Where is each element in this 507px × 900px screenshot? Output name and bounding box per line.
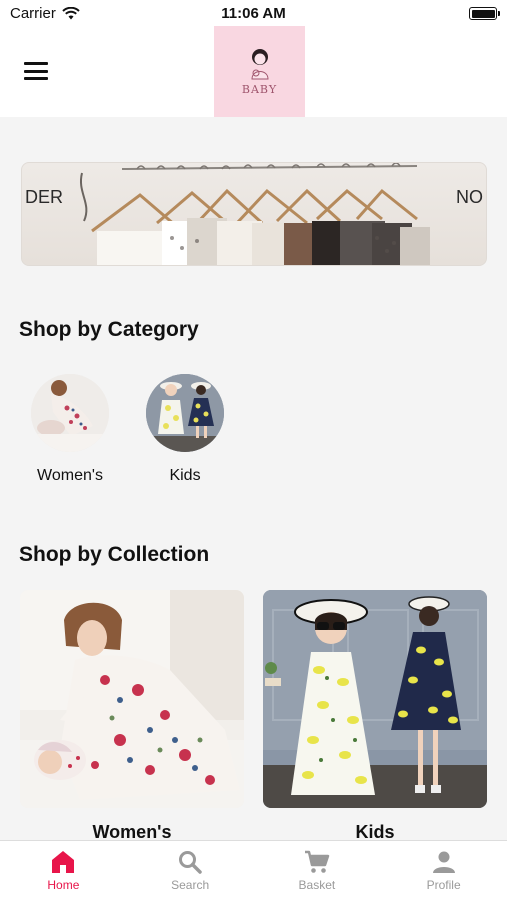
status-time: 11:06 AM — [221, 5, 286, 22]
profile-icon — [432, 851, 455, 873]
category-label-womens: Women's — [37, 467, 103, 484]
brand-logo: BABY — [214, 26, 305, 117]
collection-image-womens — [20, 590, 244, 808]
tab-basket-label: Basket — [298, 878, 336, 892]
category-item-womens[interactable]: Women's — [20, 374, 120, 485]
bottom-tab-bar: Home Search Basket Profile — [0, 840, 507, 900]
collection-section-title: Shop by Collection — [19, 543, 210, 566]
menu-button[interactable] — [24, 62, 48, 80]
tab-profile[interactable]: Profile — [380, 841, 507, 900]
collection-card-kids[interactable] — [263, 590, 487, 808]
category-image-kids — [146, 374, 224, 452]
search-icon — [179, 851, 202, 874]
hamburger-icon — [24, 62, 48, 65]
collection-card-womens[interactable] — [20, 590, 244, 808]
tab-home-label: Home — [47, 878, 80, 892]
banner-text-right: NO — [456, 187, 483, 207]
tab-search-label: Search — [171, 878, 210, 892]
logo-text: BABY — [241, 83, 278, 96]
home-icon — [52, 851, 75, 873]
banner-text-left: DER — [25, 187, 64, 207]
tab-home[interactable]: Home — [0, 841, 127, 900]
tab-profile-label: Profile — [426, 878, 461, 892]
cart-icon — [304, 850, 330, 873]
category-image-womens — [31, 374, 109, 452]
category-item-kids[interactable]: Kids — [135, 374, 235, 485]
tab-search[interactable]: Search — [127, 841, 254, 900]
category-section-title: Shop by Category — [19, 318, 199, 341]
status-bar: Carrier 11:06 AM — [0, 0, 507, 26]
category-label-kids: Kids — [169, 467, 201, 484]
battery-icon — [469, 7, 500, 20]
banner-clothes-rack-image — [79, 163, 430, 265]
tab-basket[interactable]: Basket — [254, 841, 381, 900]
baby-logo-icon — [250, 49, 269, 80]
app-header: BABY — [0, 26, 507, 117]
collection-image-kids — [263, 590, 487, 808]
promo-banner[interactable]: DER NO — [21, 162, 487, 266]
